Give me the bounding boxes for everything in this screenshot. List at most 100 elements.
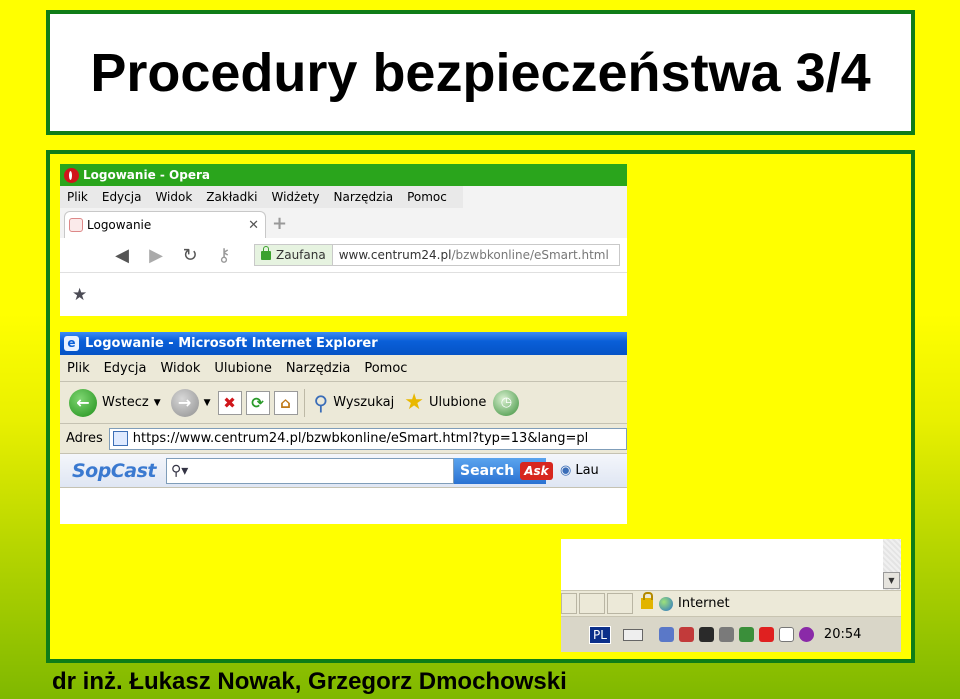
ie-url: https://www.centrum24.pl/bzwbkonline/eSm…: [132, 431, 589, 446]
ie-menu-pomoc[interactable]: Pomoc: [357, 361, 414, 376]
ask-logo: Ask: [520, 461, 553, 480]
internet-zone-icon: [659, 596, 673, 611]
opera-logo-icon: [64, 167, 79, 183]
search-button-label: Search: [460, 462, 515, 479]
keyboard-icon[interactable]: [622, 628, 643, 641]
network-icon[interactable]: [658, 627, 674, 642]
slide-footer-authors: dr inż. Łukasz Nowak, Grzegorz Dmochowsk…: [52, 668, 567, 695]
home-icon[interactable]: ⌂: [273, 390, 298, 415]
forward-button[interactable]: → ▼: [168, 388, 214, 417]
address-label: Adres: [66, 431, 103, 446]
padlock-icon[interactable]: [641, 592, 653, 609]
network-disabled-icon[interactable]: [678, 627, 694, 642]
opera-address-field[interactable]: Zaufana www.centrum24.pl/bzwbkonline/eSm…: [254, 244, 620, 266]
ie-address-field[interactable]: https://www.centrum24.pl/bzwbkonline/eSm…: [108, 427, 627, 450]
ie-menu-edycja[interactable]: Edycja: [97, 361, 154, 376]
forward-arrow-icon[interactable]: ▶: [146, 245, 166, 266]
ie-window-title: Logowanie - Microsoft Internet Explorer: [85, 336, 378, 351]
search-icon: ⚲: [313, 390, 329, 415]
history-icon[interactable]: ◷: [493, 389, 520, 416]
launch-label: Lau: [575, 463, 599, 478]
tab-close-icon[interactable]: ✕: [248, 218, 259, 233]
connection-icon[interactable]: [778, 627, 794, 642]
lock-icon: [261, 245, 271, 260]
page-content-area: ▼: [561, 539, 901, 590]
ie-logo-icon: e: [64, 336, 79, 351]
back-label: Wstecz: [102, 395, 149, 410]
ie-title-bar: e Logowanie - Microsoft Internet Explore…: [60, 332, 627, 355]
back-arrow-icon[interactable]: ◀: [112, 245, 132, 266]
opera-menu-bar: Plik Edycja Widok Zakładki Widżety Narzę…: [60, 186, 463, 208]
back-button[interactable]: ← Wstecz ▼: [66, 388, 164, 417]
search-ask-button[interactable]: Search Ask: [454, 457, 553, 484]
opera-window-title: Logowanie - Opera: [83, 168, 210, 182]
dropdown-arrow-icon[interactable]: ▼: [154, 398, 161, 408]
opera-menu-edycja[interactable]: Edycja: [95, 190, 149, 204]
security-icon[interactable]: [738, 627, 754, 642]
url-host: www.centrum24.pl: [338, 248, 452, 262]
opera-menu-widok[interactable]: Widok: [148, 190, 199, 204]
windows-taskbar-window: ▼ Internet PL 20:54: [561, 539, 901, 652]
key-icon[interactable]: ⚷: [214, 245, 234, 266]
toolbar-search-field[interactable]: ⚲▾: [166, 457, 454, 484]
sopcast-logo: SopCast: [72, 459, 157, 482]
slide-title-box: Procedury bezpieczeństwa 3/4: [46, 10, 915, 135]
ie-page-area: [60, 488, 627, 524]
reload-icon[interactable]: ↻: [180, 245, 200, 266]
opera-menu-zakladki[interactable]: Zakładki: [199, 190, 264, 204]
opera-navigation-bar: ◀ ▶ ↻ ⚷ Zaufana www.centrum24.pl/bzwbkon…: [60, 238, 627, 272]
opera-menu-widzety[interactable]: Widżety: [264, 190, 326, 204]
language-indicator[interactable]: PL: [589, 625, 611, 644]
status-cell: [561, 593, 577, 614]
slide-title: Procedury bezpieczeństwa 3/4: [90, 42, 871, 103]
search-button[interactable]: ⚲ Wyszukaj: [311, 391, 398, 415]
volume-icon[interactable]: [718, 627, 734, 642]
scroll-down-arrow-icon[interactable]: ▼: [883, 572, 900, 589]
ie-toolbar: ← Wstecz ▼ → ▼ ✖ ⟳ ⌂ ⚲ Wyszukaj ★ Ulubio…: [60, 382, 627, 424]
antivirus-icon[interactable]: [758, 627, 774, 642]
ie-menu-plik[interactable]: Plik: [60, 361, 97, 376]
toolbar-separator: [303, 388, 305, 417]
opera-menu-narzedzia[interactable]: Narzędzia: [327, 190, 401, 204]
forward-arrow-icon: →: [170, 388, 199, 417]
favorites-button[interactable]: ★ Ulubione: [401, 390, 489, 415]
app-tray-icon[interactable]: [798, 627, 814, 642]
dropdown-arrow-icon[interactable]: ▼: [204, 398, 211, 408]
search-label: Wyszukaj: [333, 395, 395, 410]
system-tray: PL 20:54: [561, 617, 901, 652]
launch-button[interactable]: ◉ Lau: [560, 463, 599, 478]
back-arrow-icon: ←: [69, 388, 97, 417]
zone-label: Internet: [678, 596, 730, 611]
ie-menu-narzedzia[interactable]: Narzędzia: [279, 361, 358, 376]
new-tab-icon[interactable]: +: [272, 213, 287, 234]
globe-icon: ◉: [560, 463, 572, 478]
status-cell: [607, 593, 633, 614]
trusted-label: Zaufana: [276, 248, 326, 262]
ie-browser-window: e Logowanie - Microsoft Internet Explore…: [60, 332, 627, 524]
tab-favicon-icon: [69, 218, 83, 232]
opera-tab-logowanie[interactable]: Logowanie ✕: [64, 211, 266, 238]
trusted-site-badge[interactable]: Zaufana: [255, 245, 333, 265]
ie-address-bar: Adres https://www.centrum24.pl/bzwbkonli…: [60, 424, 627, 454]
page-icon: [112, 431, 128, 446]
stop-icon[interactable]: ✖: [217, 390, 242, 415]
favorites-label: Ulubione: [428, 395, 487, 410]
bookmark-star-icon[interactable]: ★: [72, 285, 87, 305]
opera-tab-strip: Logowanie ✕ +: [60, 208, 627, 238]
sopcast-toolbar: SopCast ⚲▾ Search Ask ◉ Lau: [60, 454, 627, 488]
opera-menu-plik[interactable]: Plik: [60, 190, 95, 204]
opera-browser-window: Logowanie - Opera Plik Edycja Widok Zakł…: [60, 164, 627, 316]
ie-menu-bar: Plik Edycja Widok Ulubione Narzędzia Pom…: [60, 355, 627, 382]
opera-url: www.centrum24.pl/bzwbkonline/eSmart.html: [333, 248, 609, 262]
ie-menu-ulubione[interactable]: Ulubione: [207, 361, 278, 376]
refresh-icon[interactable]: ⟳: [245, 390, 270, 415]
ie-menu-widok[interactable]: Widok: [153, 361, 207, 376]
ie-status-bar: Internet: [561, 590, 901, 617]
url-path: /bzwbkonline/eSmart.html: [451, 248, 609, 262]
meter-icon[interactable]: [698, 627, 714, 642]
opera-title-bar: Logowanie - Opera: [60, 164, 627, 186]
search-icon: ⚲▾: [171, 462, 189, 479]
opera-tab-label: Logowanie: [87, 218, 152, 232]
favorites-star-icon: ★: [404, 390, 424, 415]
opera-menu-pomoc[interactable]: Pomoc: [400, 190, 454, 204]
